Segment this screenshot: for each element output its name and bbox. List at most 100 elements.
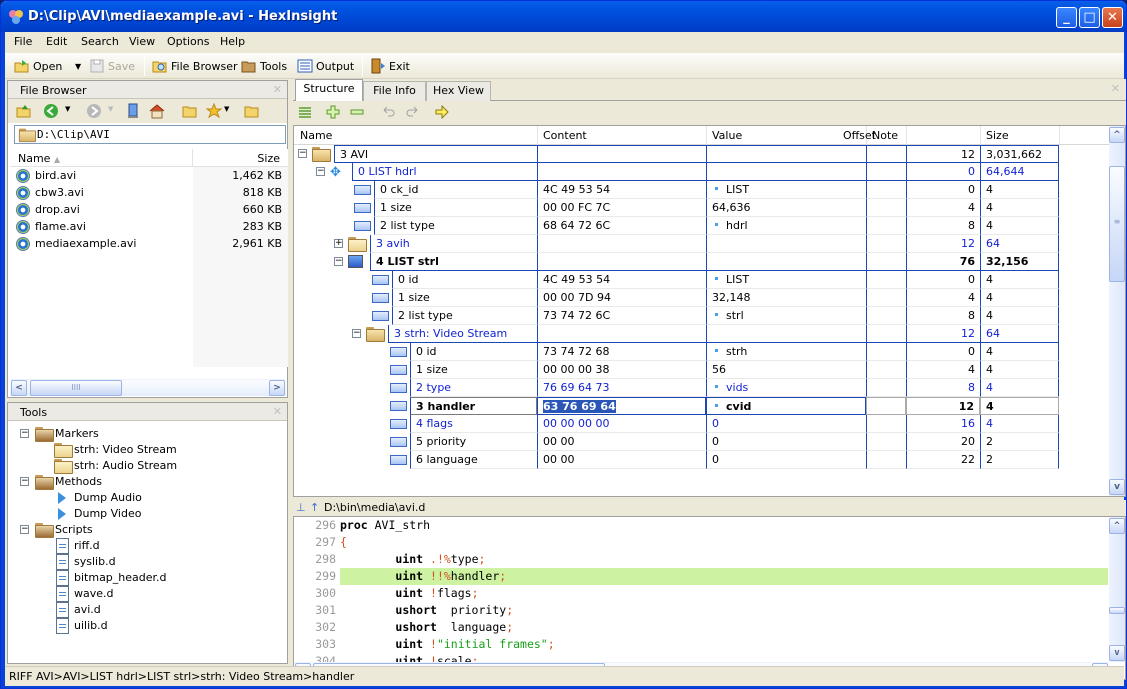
save-button[interactable]: Save: [89, 57, 135, 75]
offset-cell[interactable]: 16: [906, 415, 980, 433]
exit-button[interactable]: Exit: [370, 57, 410, 75]
value-cell[interactable]: 0: [706, 433, 866, 451]
value-cell[interactable]: 0: [706, 451, 866, 469]
size-cell[interactable]: 4: [980, 343, 1059, 361]
tree-item-marker[interactable]: strh: Audio Stream: [8, 458, 278, 474]
collapse-icon[interactable]: −: [20, 525, 29, 534]
name-cell[interactable]: 0 id: [392, 271, 537, 289]
content-cell[interactable]: [537, 163, 706, 181]
offset-cell[interactable]: 12: [906, 145, 980, 163]
value-cell[interactable]: strl: [706, 307, 866, 325]
value-cell[interactable]: strh: [706, 343, 866, 361]
note-cell[interactable]: [866, 253, 906, 271]
tree-item-script[interactable]: wave.d: [8, 586, 278, 602]
scroll-thumb[interactable]: ≡: [1109, 166, 1125, 282]
tab-hex-view[interactable]: Hex View: [426, 81, 491, 101]
pane-close-icon[interactable]: ✕: [273, 405, 282, 418]
content-cell[interactable]: 00 00 FC 7C: [537, 199, 706, 217]
structure-row[interactable]: 5 priority 00 00 0 20 2: [294, 433, 1112, 451]
offset-cell[interactable]: 4: [906, 289, 980, 307]
structure-vertical-scrollbar[interactable]: ^ ≡ v: [1109, 126, 1125, 496]
folder-icon[interactable]: [182, 103, 198, 119]
menu-options[interactable]: Options: [167, 35, 209, 48]
collapse-minus-icon[interactable]: [350, 105, 364, 119]
scroll-down-icon[interactable]: v: [1109, 479, 1125, 495]
offset-cell[interactable]: 22: [906, 451, 980, 469]
size-cell[interactable]: 64,644: [980, 163, 1059, 181]
name-cell[interactable]: 2 list type: [374, 217, 537, 235]
file-list-item[interactable]: cbw3.avi 818 KB: [10, 185, 288, 202]
tree-item-script[interactable]: uilib.d: [8, 618, 278, 634]
scroll-left-icon[interactable]: <: [11, 380, 27, 396]
structure-row[interactable]: +3 avih 12 64: [294, 235, 1112, 253]
structure-row[interactable]: 4 flags 00 00 00 00 0 16 4: [294, 415, 1112, 433]
value-cell[interactable]: 0: [706, 415, 866, 433]
tab-file-info[interactable]: File Info: [363, 81, 426, 101]
minimize-button[interactable]: _: [1056, 7, 1077, 28]
value-cell[interactable]: 32,148: [706, 289, 866, 307]
structure-row[interactable]: 1 size 00 00 FC 7C 64,636 4 4: [294, 199, 1112, 217]
size-cell[interactable]: 4: [980, 415, 1059, 433]
note-cell[interactable]: [866, 235, 906, 253]
name-cell[interactable]: 0 ck_id: [374, 181, 537, 199]
content-cell[interactable]: 00 00 00 38: [537, 361, 706, 379]
name-cell[interactable]: 1 size: [410, 361, 537, 379]
up-arrow-icon[interactable]: ↑: [310, 501, 319, 514]
content-cell[interactable]: [537, 253, 706, 271]
offset-cell[interactable]: 8: [906, 307, 980, 325]
scroll-thumb[interactable]: [1109, 607, 1125, 614]
name-cell[interactable]: 3 handler: [410, 397, 537, 415]
note-cell[interactable]: [866, 415, 906, 433]
value-cell[interactable]: vids: [706, 379, 866, 397]
size-cell[interactable]: 4: [980, 181, 1059, 199]
collapse-icon[interactable]: −: [334, 257, 343, 266]
name-cell[interactable]: 2 list type: [392, 307, 537, 325]
name-cell[interactable]: 6 language: [410, 451, 537, 469]
tab-close-icon[interactable]: ✕: [1111, 82, 1120, 95]
size-cell[interactable]: 4: [980, 217, 1059, 235]
note-cell[interactable]: [866, 289, 906, 307]
content-cell[interactable]: 73 74 72 6C: [537, 307, 706, 325]
note-cell[interactable]: [866, 181, 906, 199]
script-editor[interactable]: 296 proc AVI_strh 297{ 298 uint .!%type; …: [293, 516, 1126, 680]
value-cell[interactable]: 64,636: [706, 199, 866, 217]
home-icon[interactable]: [149, 103, 165, 119]
name-cell[interactable]: 5 priority: [410, 433, 537, 451]
note-cell[interactable]: [866, 451, 906, 469]
name-cell[interactable]: 4 flags: [410, 415, 537, 433]
expand-icon[interactable]: +: [334, 239, 343, 248]
tree-group-methods[interactable]: − Methods: [8, 474, 278, 490]
content-cell[interactable]: 63 76 69 64: [537, 397, 706, 415]
name-cell[interactable]: 1 size: [374, 199, 537, 217]
scroll-up-icon[interactable]: ^: [1109, 127, 1125, 143]
column-offset-header[interactable]: Offset: [843, 129, 876, 142]
offset-cell[interactable]: 4: [906, 199, 980, 217]
offset-cell[interactable]: 12: [906, 235, 980, 253]
value-cell[interactable]: [706, 235, 866, 253]
file-list-item[interactable]: flame.avi 283 KB: [10, 219, 288, 236]
structure-row[interactable]: 0 id 4C 49 53 54 LIST 0 4: [294, 271, 1112, 289]
offset-cell[interactable]: 76: [906, 253, 980, 271]
note-cell[interactable]: [866, 145, 906, 163]
value-cell[interactable]: [706, 325, 866, 343]
name-cell[interactable]: 1 size: [392, 289, 537, 307]
menu-edit[interactable]: Edit: [46, 35, 67, 48]
note-cell[interactable]: [866, 325, 906, 343]
structure-row[interactable]: 6 language 00 00 0 22 2: [294, 451, 1112, 469]
name-cell[interactable]: 0 id: [410, 343, 537, 361]
content-cell[interactable]: 76 69 64 73: [537, 379, 706, 397]
open-dropdown-arrow[interactable]: ▼: [75, 57, 81, 75]
column-size-header[interactable]: Size: [986, 129, 1009, 142]
pin-icon[interactable]: ⊥: [296, 501, 306, 514]
expand-plus-icon[interactable]: [326, 105, 340, 119]
favorites-dropdown-icon[interactable]: ▼: [224, 105, 229, 113]
value-cell[interactable]: LIST: [706, 181, 866, 199]
tree-item-method[interactable]: Dump Audio: [8, 490, 278, 506]
value-cell[interactable]: [706, 145, 866, 163]
collapse-icon[interactable]: −: [352, 329, 361, 338]
offset-cell[interactable]: 12: [906, 397, 980, 415]
offset-cell[interactable]: 20: [906, 433, 980, 451]
menu-help[interactable]: Help: [220, 35, 245, 48]
size-cell[interactable]: 32,156: [980, 253, 1059, 271]
tree-group-markers[interactable]: − Markers: [8, 426, 278, 442]
